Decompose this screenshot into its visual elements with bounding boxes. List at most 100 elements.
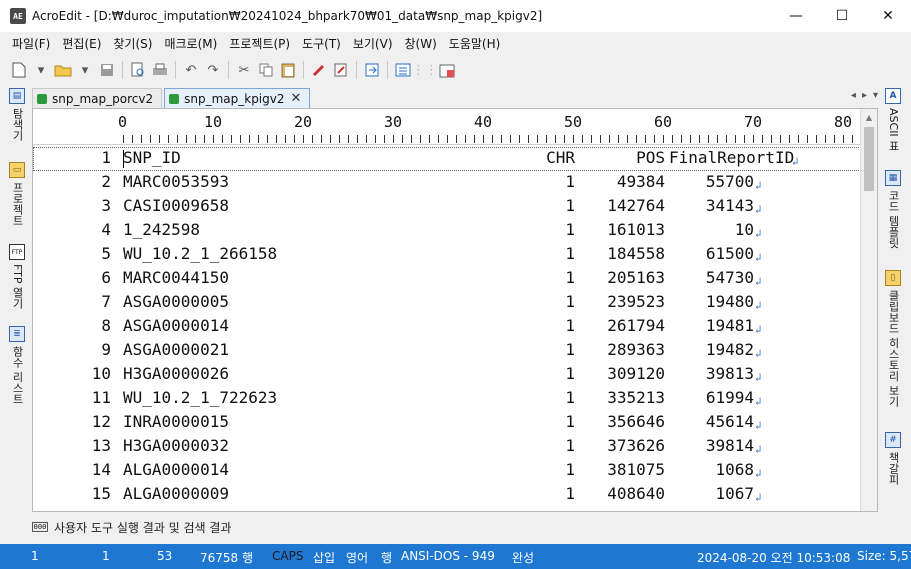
goto-icon[interactable] (361, 59, 383, 81)
cell-snp-id: WU_10.2_1_266158 (123, 244, 278, 263)
scroll-up-icon[interactable]: ▲ (861, 109, 877, 125)
right-side-panel: A ASCII 표 ▦ 코드 템플릿 ▯ 클립보드 히스토리 보기 # 책갈피 (882, 86, 904, 516)
side-tab-ftp[interactable]: FTP FTP 열기 (6, 244, 28, 309)
redo-icon[interactable]: ↷ (202, 59, 224, 81)
list-view-icon[interactable] (392, 59, 414, 81)
text-line[interactable]: 6 MARC0044150 1 205163 54730 ↲ (33, 267, 861, 291)
cell-final-report-id: FinalReportID (669, 148, 795, 167)
output-panel-tab[interactable]: 000 사용자 도구 실행 결과 및 검색 결과 (32, 516, 878, 538)
cut-icon[interactable]: ✂ (233, 59, 255, 81)
toolbar-separator (356, 61, 357, 79)
find-icon[interactable] (308, 59, 330, 81)
text-line[interactable]: 15 ALGA0000009 1 408640 1067 ↲ (33, 483, 861, 507)
cell-chr: 1 (565, 340, 575, 359)
text-line[interactable]: 12 INRA0000015 1 356646 45614 ↲ (33, 411, 861, 435)
side-tab-code-template[interactable]: ▦ 코드 템플릿 (882, 170, 904, 249)
menu-macro[interactable]: 매크로(M) (158, 35, 223, 52)
document-icon (169, 93, 180, 104)
cell-final-report-id: 1068 (715, 460, 754, 479)
text-line[interactable]: 1 SNP_ID CHR POS FinalReportID ↲ (33, 147, 861, 171)
side-tab-explorer[interactable]: ▤ 탐색기 (6, 88, 28, 141)
menu-file[interactable]: 파일(F) (6, 35, 56, 52)
side-tab-label: 책갈피 (887, 452, 900, 485)
copy-icon[interactable] (255, 59, 277, 81)
close-button[interactable]: ✕ (865, 0, 911, 32)
tab-scroll-left-icon[interactable]: ◂ (851, 90, 856, 101)
side-tab-clipboard[interactable]: ▯ 클립보드 히스토리 보기 (882, 270, 904, 407)
open-folder-icon[interactable] (52, 59, 74, 81)
text-line[interactable]: 9 ASGA0000021 1 289363 19482 ↲ (33, 339, 861, 363)
paste-icon[interactable] (277, 59, 299, 81)
text-line[interactable]: 13 H3GA0000032 1 373626 39814 ↲ (33, 435, 861, 459)
dropdown-arrow-icon[interactable]: ▾ (74, 59, 96, 81)
menu-bar: 파일(F) 편집(E) 찾기(S) 매크로(M) 프로젝트(P) 도구(T) 보… (0, 32, 911, 54)
status-insert-mode[interactable]: 삽입 (313, 549, 335, 566)
cell-snp-id: H3GA0000032 (123, 436, 229, 455)
toolbar: ▾ ▾ ↶ ↷ ✂ ⋮⋮ (0, 56, 911, 84)
side-tab-label: FTP 열기 (11, 264, 24, 309)
status-char-count: 53 (157, 549, 173, 563)
text-line[interactable]: 5 WU_10.2_1_266158 1 184558 61500 ↲ (33, 243, 861, 267)
eol-mark-icon: ↲ (792, 155, 799, 168)
tab-close-icon[interactable]: ✕ (291, 91, 302, 106)
tab-snp-map-kpigv2[interactable]: snp_map_kpigv2 ✕ (164, 88, 311, 108)
print-icon[interactable] (149, 59, 171, 81)
cell-final-report-id: 1067 (715, 484, 754, 503)
status-datetime: 2024-08-20 오전 10:53:08 (697, 551, 851, 565)
menu-window[interactable]: 창(W) (399, 35, 443, 52)
cell-chr: 1 (565, 220, 575, 239)
editor-area[interactable]: 0 10 20 30 40 50 60 70 80 1 SNP_ID CHR P… (32, 108, 878, 512)
tab-snp-map-porcv2[interactable]: snp_map_porcv2 (32, 88, 163, 108)
cell-chr: 1 (565, 460, 575, 479)
print-preview-icon[interactable] (127, 59, 149, 81)
side-tab-function-list[interactable]: ≣ 함수 리스트 (6, 326, 28, 405)
calendar-icon[interactable] (436, 59, 458, 81)
cell-pos: 309120 (607, 364, 665, 383)
save-icon[interactable] (96, 59, 118, 81)
left-side-panel: ▤ 탐색기 ▭ 프로젝트 FTP FTP 열기 ≣ 함수 리스트 (6, 86, 28, 516)
tab-scroll-right-icon[interactable]: ▸ (862, 90, 867, 101)
status-row-mode: 행 (381, 551, 393, 565)
tab-label: snp_map_porcv2 (52, 91, 154, 106)
maximize-button[interactable]: ☐ (819, 0, 865, 32)
menu-find[interactable]: 찾기(S) (107, 35, 158, 52)
toolbar-separator (228, 61, 229, 79)
clipboard-icon: ▯ (885, 270, 901, 286)
status-file-size: Size: 5,57 (857, 549, 911, 563)
vertical-scrollbar[interactable]: ▲ (860, 109, 877, 511)
eol-mark-icon: ↲ (755, 491, 762, 504)
tab-list-dropdown-icon[interactable]: ▾ (873, 90, 878, 101)
text-line[interactable]: 11 WU_10.2_1_722623 1 335213 61994 ↲ (33, 387, 861, 411)
column-ruler: 0 10 20 30 40 50 60 70 80 (33, 109, 863, 145)
ruler-number: 60 (654, 113, 673, 131)
side-tab-bookmark[interactable]: # 책갈피 (882, 432, 904, 485)
minimize-button[interactable]: — (773, 0, 819, 32)
scrollbar-thumb[interactable] (864, 127, 874, 191)
cell-snp-id: WU_10.2_1_722623 (123, 388, 278, 407)
menu-edit[interactable]: 편집(E) (56, 35, 107, 52)
side-tab-project[interactable]: ▭ 프로젝트 (6, 162, 28, 226)
replace-icon[interactable] (330, 59, 352, 81)
new-file-icon[interactable] (8, 59, 30, 81)
toolbar-separator (387, 61, 388, 79)
project-icon: ▭ (9, 162, 25, 178)
text-line[interactable]: 14 ALGA0000014 1 381075 1068 ↲ (33, 459, 861, 483)
menu-help[interactable]: 도움말(H) (443, 35, 507, 52)
text-line[interactable]: 4 1_242598 1 161013 10 ↲ (33, 219, 861, 243)
text-line[interactable]: 2 MARC0053593 1 49384 55700 ↲ (33, 171, 861, 195)
menu-view[interactable]: 보기(V) (347, 35, 399, 52)
menu-project[interactable]: 프로젝트(P) (223, 35, 296, 52)
side-tab-ascii[interactable]: A ASCII 표 (882, 88, 904, 151)
cell-pos: 161013 (607, 220, 665, 239)
undo-icon[interactable]: ↶ (180, 59, 202, 81)
dropdown-arrow-icon[interactable]: ▾ (30, 59, 52, 81)
text-line[interactable]: 10 H3GA0000026 1 309120 39813 ↲ (33, 363, 861, 387)
toolbar-grip-icon: ⋮⋮ (412, 62, 438, 78)
cell-final-report-id: 45614 (705, 412, 754, 431)
status-encoding[interactable]: ANSI-DOS - 949 (401, 549, 495, 563)
text-line[interactable]: 3 CASI0009658 1 142764 34143 ↲ (33, 195, 861, 219)
menu-tools[interactable]: 도구(T) (296, 35, 347, 52)
text-line[interactable]: 7 ASGA0000005 1 239523 19480 ↲ (33, 291, 861, 315)
cell-chr: 1 (565, 364, 575, 383)
text-line[interactable]: 8 ASGA0000014 1 261794 19481 ↲ (33, 315, 861, 339)
